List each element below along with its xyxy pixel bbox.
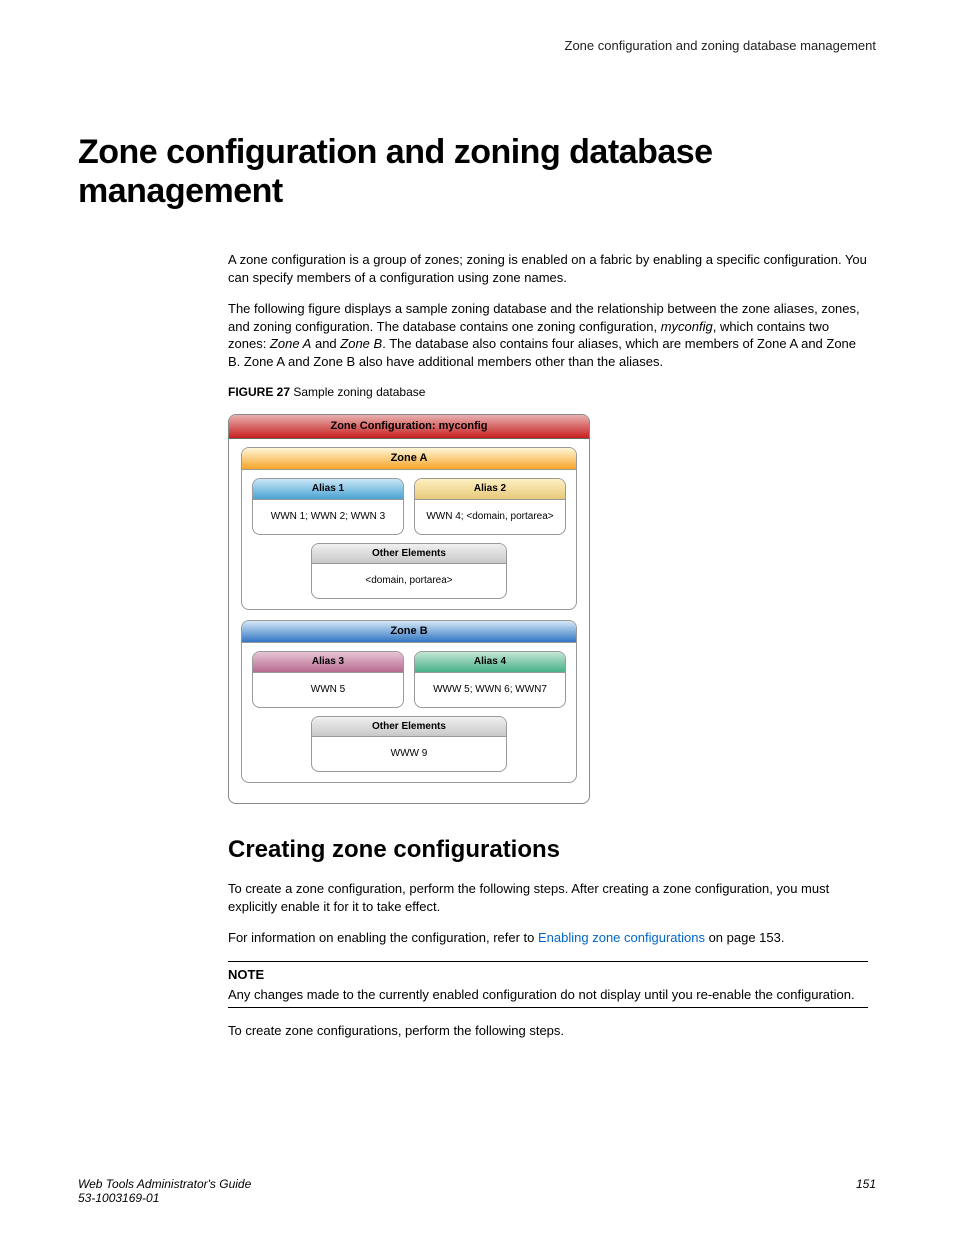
note-rule-top: [228, 961, 868, 962]
footer-doc-number: 53-1003169-01: [78, 1191, 251, 1205]
alias-1-body: WWN 1; WWN 2; WWN 3: [253, 500, 403, 534]
figure-caption-text: Sample zoning database: [290, 385, 425, 399]
p2-zone-a: Zone A: [270, 336, 311, 351]
note-rule-bottom: [228, 1007, 868, 1008]
zone-b-other-box: Other Elements WWW 9: [311, 716, 507, 773]
alias-2-box: Alias 2 WWN 4; <domain, portarea>: [414, 478, 566, 535]
zone-b-other-body: WWW 9: [312, 737, 506, 771]
body-paragraph-2: The following figure displays a sample z…: [228, 300, 868, 370]
alias-4-body: WWW 5; WWN 6; WWN7: [415, 673, 565, 707]
alias-2-body: WWN 4; <domain, portarea>: [415, 500, 565, 534]
p2-config-name: myconfig: [661, 319, 713, 334]
zone-b-header: Zone B: [242, 621, 576, 643]
body-paragraph-4: For information on enabling the configur…: [228, 929, 868, 947]
zoning-diagram: Zone Configuration: myconfig Zone A Alia…: [228, 414, 590, 804]
zone-a-other-header: Other Elements: [312, 544, 506, 565]
note-body: Any changes made to the currently enable…: [228, 986, 868, 1004]
diagram-config-header: Zone Configuration: myconfig: [229, 415, 589, 439]
p2-and: and: [311, 336, 340, 351]
p4-tail: on page 153.: [705, 930, 785, 945]
subheading-creating: Creating zone configurations: [228, 834, 868, 866]
p2-zone-b: Zone B: [340, 336, 382, 351]
alias-3-box: Alias 3 WWN 5: [252, 651, 404, 708]
footer-page-number: 151: [856, 1177, 876, 1205]
body-paragraph-5: To create zone configurations, perform t…: [228, 1022, 868, 1040]
zone-a-other-box: Other Elements <domain, portarea>: [311, 543, 507, 600]
running-header: Zone configuration and zoning database m…: [78, 38, 876, 53]
alias-3-body: WWN 5: [253, 673, 403, 707]
zone-a-box: Zone A Alias 1 WWN 1; WWN 2; WWN 3 Alias…: [241, 447, 577, 610]
page-footer: Web Tools Administrator's Guide 53-10031…: [78, 1177, 876, 1205]
alias-4-box: Alias 4 WWW 5; WWN 6; WWN7: [414, 651, 566, 708]
figure-label: FIGURE 27: [228, 385, 290, 399]
zone-b-other-header: Other Elements: [312, 717, 506, 738]
zone-a-header: Zone A: [242, 448, 576, 470]
link-enabling-zone-configs[interactable]: Enabling zone configurations: [538, 930, 705, 945]
p4-lead: For information on enabling the configur…: [228, 930, 538, 945]
figure-caption: FIGURE 27 Sample zoning database: [228, 384, 868, 400]
alias-1-box: Alias 1 WWN 1; WWN 2; WWN 3: [252, 478, 404, 535]
note-heading: NOTE: [228, 966, 868, 984]
page-title: Zone configuration and zoning database m…: [78, 133, 876, 211]
body-paragraph-1: A zone configuration is a group of zones…: [228, 251, 868, 286]
zone-a-other-body: <domain, portarea>: [312, 564, 506, 598]
body-paragraph-3: To create a zone configuration, perform …: [228, 880, 868, 915]
alias-1-header: Alias 1: [253, 479, 403, 500]
alias-3-header: Alias 3: [253, 652, 403, 673]
zone-b-box: Zone B Alias 3 WWN 5 Alias 4 WWW 5; WWN …: [241, 620, 577, 783]
alias-4-header: Alias 4: [415, 652, 565, 673]
alias-2-header: Alias 2: [415, 479, 565, 500]
footer-guide-title: Web Tools Administrator's Guide: [78, 1177, 251, 1191]
